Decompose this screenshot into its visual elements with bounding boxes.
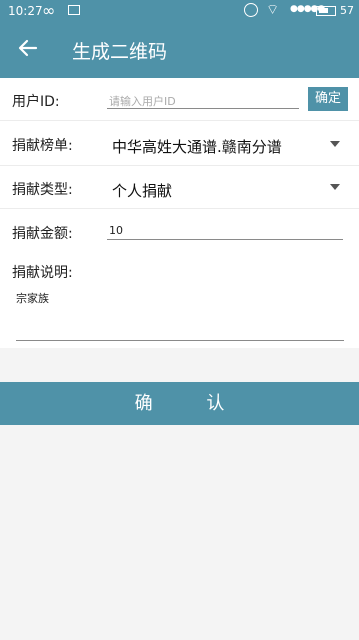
chevron-down-icon[interactable]: [330, 184, 340, 190]
donation-amount-input[interactable]: 10: [107, 221, 343, 240]
donation-note-textarea[interactable]: 宗家族: [16, 286, 344, 341]
chevron-down-icon[interactable]: [330, 141, 340, 147]
donation-type-label: 捐献类型:: [12, 182, 73, 198]
donation-form: 用户ID: 请输入用户ID 确定 捐献榜单: 中华高姓大通谱.赣南分谱 捐献类型…: [0, 78, 359, 348]
user-id-row: 用户ID: 请输入用户ID 确定: [0, 78, 359, 121]
donation-note-value: 宗家族: [16, 292, 49, 305]
confirm-button[interactable]: 确 认: [0, 382, 359, 425]
image-icon: [68, 5, 80, 15]
donation-note-label: 捐献说明:: [12, 265, 73, 281]
donation-list-select[interactable]: 中华高姓大通谱.赣南分谱: [112, 136, 282, 157]
arrow-left-icon[interactable]: [16, 36, 40, 60]
page-title: 生成二维码: [72, 41, 168, 63]
confirm-user-id-button[interactable]: 确定: [308, 87, 348, 111]
alarm-icon: [244, 3, 258, 17]
donation-list-label: 捐献榜单:: [12, 138, 73, 154]
donation-type-select[interactable]: 个人捐献: [112, 180, 172, 201]
donation-amount-row: 捐献金额: 10: [0, 209, 359, 252]
donation-amount-value: 10: [109, 224, 123, 237]
battery-icon: [316, 6, 336, 16]
status-bar: 10:27 ∞ ⌔ ●●●●● 57: [0, 0, 359, 24]
wifi-icon: ⌔: [266, 2, 280, 18]
status-time: 10:27: [8, 4, 43, 18]
user-id-input[interactable]: 请输入用户ID: [107, 90, 299, 109]
user-id-label: 用户ID:: [12, 94, 60, 110]
battery-level: 57: [340, 4, 354, 17]
donation-type-row[interactable]: 捐献类型: 个人捐献: [0, 166, 359, 209]
donation-amount-label: 捐献金额:: [12, 226, 73, 242]
infinity-icon: ∞: [42, 1, 56, 20]
donation-note-row: 捐献说明: 宗家族: [0, 252, 359, 348]
app-bar: 生成二维码: [0, 24, 359, 78]
donation-list-row[interactable]: 捐献榜单: 中华高姓大通谱.赣南分谱: [0, 121, 359, 166]
user-id-placeholder: 请输入用户ID: [109, 95, 176, 108]
